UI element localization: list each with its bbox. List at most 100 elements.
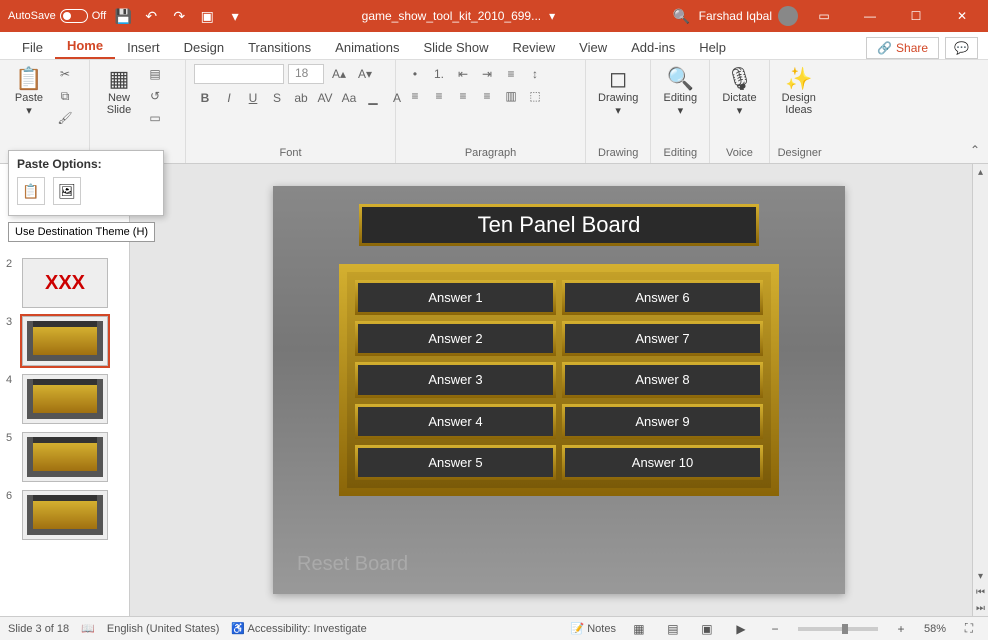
tab-help[interactable]: Help <box>687 36 738 59</box>
normal-view-icon[interactable]: ▦ <box>628 620 650 638</box>
copy-icon[interactable]: ⧉ <box>54 86 76 106</box>
drawing-button[interactable]: ◻Drawing▾ <box>594 64 642 119</box>
comments-button[interactable]: 💬 <box>945 37 978 59</box>
decrease-font-icon[interactable]: A▾ <box>354 64 376 84</box>
zoom-slider[interactable] <box>798 627 878 631</box>
italic-button[interactable]: I <box>218 88 240 108</box>
spellcheck-icon[interactable]: 📖 <box>81 622 95 635</box>
search-icon[interactable]: 🔍 <box>671 5 693 27</box>
sorter-view-icon[interactable]: ▤ <box>662 620 684 638</box>
new-slide-button[interactable]: ▦ New Slide <box>98 64 140 118</box>
answer-panel-9[interactable]: Answer 9 <box>562 404 763 439</box>
slide-thumbnail-2[interactable]: XXX <box>22 258 108 308</box>
zoom-in-icon[interactable]: + <box>890 620 912 638</box>
zoom-level[interactable]: 58% <box>924 623 946 635</box>
indent-inc-icon[interactable]: ⇥ <box>476 64 498 84</box>
slide-canvas[interactable]: Ten Panel Board Answer 1 Answer 6 Answer… <box>130 164 988 616</box>
zoom-out-icon[interactable]: − <box>764 620 786 638</box>
tab-home[interactable]: Home <box>55 34 115 59</box>
tab-view[interactable]: View <box>567 36 619 59</box>
answer-panel-7[interactable]: Answer 7 <box>562 321 763 356</box>
shadow-button[interactable]: ab <box>290 88 312 108</box>
answer-panel-2[interactable]: Answer 2 <box>355 321 556 356</box>
columns-icon[interactable]: ▥ <box>500 86 522 106</box>
layout-icon[interactable]: ▤ <box>144 64 166 84</box>
paste-as-picture[interactable]: 🖼 <box>53 177 81 205</box>
paste-button[interactable]: 📋 Paste ▾ <box>8 64 50 119</box>
smartart-icon[interactable]: ⬚ <box>524 86 546 106</box>
qat-more-icon[interactable]: ▾ <box>224 5 246 27</box>
slide-thumbnail-6[interactable] <box>22 490 108 540</box>
text-direction-icon[interactable]: ↕ <box>524 64 546 84</box>
paste-use-destination-theme[interactable]: 📋 <box>17 177 45 205</box>
accessibility-status[interactable]: ♿ Accessibility: Investigate <box>231 622 366 635</box>
highlight-button[interactable]: ▁ <box>362 88 384 108</box>
underline-button[interactable]: U <box>242 88 264 108</box>
tab-addins[interactable]: Add-ins <box>619 36 687 59</box>
numbering-icon[interactable]: 1. <box>428 64 450 84</box>
tab-animations[interactable]: Animations <box>323 36 411 59</box>
cut-icon[interactable]: ✂ <box>54 64 76 84</box>
spacing-button[interactable]: AV <box>314 88 336 108</box>
slide-thumbnail-3[interactable] <box>22 316 108 366</box>
tab-review[interactable]: Review <box>501 36 568 59</box>
design-ideas-button[interactable]: ✨Design Ideas <box>778 64 820 118</box>
vertical-scrollbar[interactable]: ▴ ▾ ⏮ ⏭ <box>972 164 988 616</box>
scroll-down-icon[interactable]: ▾ <box>973 568 988 584</box>
slide-title-frame[interactable]: Ten Panel Board <box>359 204 759 246</box>
reset-board-button[interactable]: Reset Board <box>297 553 408 576</box>
reset-icon[interactable]: ↺ <box>144 86 166 106</box>
reading-view-icon[interactable]: ▣ <box>696 620 718 638</box>
slide-thumbnail-5[interactable] <box>22 432 108 482</box>
increase-font-icon[interactable]: A▴ <box>328 64 350 84</box>
tab-slideshow[interactable]: Slide Show <box>411 36 500 59</box>
close-button[interactable]: ✕ <box>942 0 982 32</box>
tab-insert[interactable]: Insert <box>115 36 172 59</box>
answer-panel-3[interactable]: Answer 3 <box>355 362 556 397</box>
minimize-button[interactable]: — <box>850 0 890 32</box>
indent-dec-icon[interactable]: ⇤ <box>452 64 474 84</box>
align-left-icon[interactable]: ≡ <box>404 86 426 106</box>
title-dropdown-icon[interactable]: ▾ <box>549 9 555 23</box>
tab-file[interactable]: File <box>10 36 55 59</box>
fit-to-window-icon[interactable]: ⛶ <box>958 620 980 638</box>
bold-button[interactable]: B <box>194 88 216 108</box>
format-painter-icon[interactable]: 🖌 <box>54 108 76 128</box>
case-button[interactable]: Aa <box>338 88 360 108</box>
answer-panel-8[interactable]: Answer 8 <box>562 362 763 397</box>
ribbon-mode-icon[interactable]: ▭ <box>804 0 844 32</box>
tab-transitions[interactable]: Transitions <box>236 36 323 59</box>
collapse-ribbon-icon[interactable]: ⌃ <box>970 143 980 157</box>
font-name-select[interactable] <box>194 64 284 84</box>
answer-panel-6[interactable]: Answer 6 <box>562 280 763 315</box>
slide-thumbnail-4[interactable] <box>22 374 108 424</box>
avatar[interactable] <box>778 6 798 26</box>
answer-panel-10[interactable]: Answer 10 <box>562 445 763 480</box>
align-center-icon[interactable]: ≡ <box>428 86 450 106</box>
answer-panel-1[interactable]: Answer 1 <box>355 280 556 315</box>
autosave-toggle[interactable]: AutoSave Off <box>8 9 106 23</box>
scroll-up-icon[interactable]: ▴ <box>973 164 988 180</box>
font-size-select[interactable]: 18 <box>288 64 324 84</box>
bullets-icon[interactable]: • <box>404 64 426 84</box>
slideshow-view-icon[interactable]: ▶ <box>730 620 752 638</box>
line-spacing-icon[interactable]: ≡ <box>500 64 522 84</box>
tab-design[interactable]: Design <box>172 36 236 59</box>
maximize-button[interactable]: ☐ <box>896 0 936 32</box>
redo-icon[interactable]: ↷ <box>168 5 190 27</box>
editing-button[interactable]: 🔍Editing▾ <box>659 64 701 119</box>
strike-button[interactable]: S <box>266 88 288 108</box>
share-button[interactable]: 🔗 Share <box>866 37 939 59</box>
align-right-icon[interactable]: ≡ <box>452 86 474 106</box>
notes-button[interactable]: 📝 Notes <box>570 622 616 635</box>
undo-icon[interactable]: ↶ <box>140 5 162 27</box>
next-slide-icon[interactable]: ⏭ <box>973 600 988 616</box>
language-status[interactable]: English (United States) <box>107 623 220 635</box>
answer-panel-5[interactable]: Answer 5 <box>355 445 556 480</box>
section-icon[interactable]: ▭ <box>144 108 166 128</box>
justify-icon[interactable]: ≡ <box>476 86 498 106</box>
dictate-button[interactable]: 🎙Dictate▾ <box>718 64 760 119</box>
present-icon[interactable]: ▣ <box>196 5 218 27</box>
prev-slide-icon[interactable]: ⏮ <box>973 584 988 600</box>
answer-panel-4[interactable]: Answer 4 <box>355 404 556 439</box>
